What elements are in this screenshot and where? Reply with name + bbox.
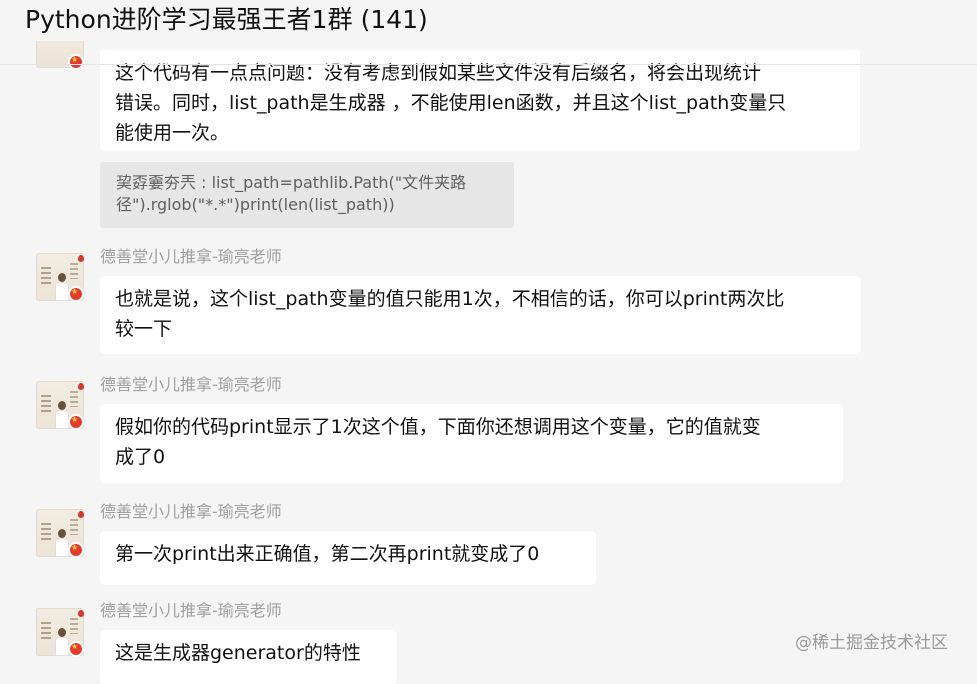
group-name: Python进阶学习最强王者1群 (25, 5, 353, 34)
chat-title[interactable]: Python进阶学习最强王者1群 (141) (25, 5, 428, 35)
message-bubble[interactable]: 这是生成器generator的特性 (100, 630, 397, 684)
avatar-person (55, 529, 69, 557)
avatar-calligraphy (70, 618, 78, 634)
header-divider (0, 64, 977, 65)
flag-badge-icon (68, 54, 84, 70)
message-bubble[interactable]: 第一次print出来正确值，第二次再print就变成了0 (100, 531, 596, 585)
message-text-line: 也就是说，这个list_path变量的值只能用1次，不相信的话，你可以print… (115, 288, 785, 310)
flag-badge-icon (68, 286, 84, 302)
member-count: (141) (360, 5, 428, 34)
message-text-line: 较一下 (115, 318, 173, 340)
sender-name[interactable]: 德善堂小儿推拿-瑜亮老师 (100, 375, 282, 395)
avatar-calligraphy (70, 391, 78, 407)
message-text-line: 这个代码有一点点问题：没有考虑到假如某些文件没有后缀名，将会出现统计 (115, 62, 762, 84)
avatar-calligraphy (41, 622, 51, 640)
message-bubble[interactable]: 也就是说，这个list_path变量的值只能用1次，不相信的话，你可以print… (100, 276, 861, 354)
sender-name[interactable]: 德善堂小儿推拿-瑜亮老师 (100, 502, 282, 522)
message-bubble[interactable]: 这个代码有一点点问题：没有考虑到假如某些文件没有后缀名，将会出现统计 错误。同时… (100, 50, 860, 151)
avatar-drop-mark (78, 255, 84, 262)
avatar-person (55, 401, 69, 429)
flag-badge-icon (68, 414, 84, 430)
message-text-line: 第一次print出来正确值，第二次再print就变成了0 (115, 543, 540, 565)
avatar-calligraphy (41, 267, 51, 285)
avatar-drop-mark (78, 511, 84, 518)
avatar-drop-mark (78, 610, 84, 617)
avatar-calligraphy (41, 523, 51, 541)
message-bubble[interactable]: 假如你的代码print显示了1次这个值，下面你还想调用这个变量，它的值就变 成了… (100, 404, 843, 483)
avatar-calligraphy (41, 395, 51, 413)
message-text-line: 错误。同时，list_path是生成器 ，不能使用len函数，并且这个list_… (115, 92, 787, 114)
quote-text-line: 巭孬嫑夯兲 : list_path=pathlib.Path("文件夹路 (116, 173, 467, 192)
quote-text-line: 径").rglob("*.*")print(len(list_path)) (116, 195, 395, 214)
avatar-drop-mark (78, 383, 84, 390)
watermark: @稀土掘金技术社区 (795, 633, 948, 653)
message-text-line: 这是生成器generator的特性 (115, 642, 361, 664)
avatar-calligraphy (70, 519, 78, 535)
message-text-line: 假如你的代码print显示了1次这个值，下面你还想调用这个变量，它的值就变 (115, 416, 761, 438)
sender-name[interactable]: 德善堂小儿推拿-瑜亮老师 (100, 601, 282, 621)
avatar-person (55, 273, 69, 301)
message-text-line: 能使用一次。 (115, 122, 230, 144)
message-text-line: 成了0 (115, 446, 166, 468)
avatar-person (55, 628, 69, 656)
avatar-calligraphy (70, 263, 78, 279)
sender-name[interactable]: 德善堂小儿推拿-瑜亮老师 (100, 247, 282, 267)
flag-badge-icon (68, 641, 84, 657)
chat-header: Python进阶学习最强王者1群 (141) (0, 0, 977, 41)
flag-badge-icon (68, 542, 84, 558)
quoted-message[interactable]: 巭孬嫑夯兲 : list_path=pathlib.Path("文件夹路 径")… (100, 162, 514, 228)
chat-message-list[interactable]: 这个代码有一点点问题：没有考虑到假如某些文件没有后缀名，将会出现统计 错误。同时… (0, 0, 977, 684)
